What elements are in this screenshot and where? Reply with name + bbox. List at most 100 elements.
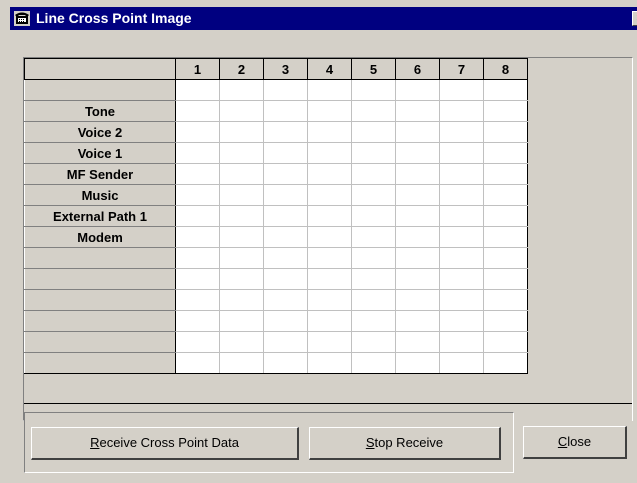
cross-point-cell[interactable]: [263, 247, 308, 269]
cross-point-cell[interactable]: [483, 163, 528, 185]
cross-point-cell[interactable]: [439, 247, 484, 269]
cross-point-cell[interactable]: [351, 121, 396, 143]
column-header[interactable]: 6: [395, 58, 440, 80]
cross-point-cell[interactable]: [219, 79, 264, 101]
cross-point-cell[interactable]: [219, 226, 264, 248]
row-header[interactable]: [24, 331, 176, 353]
cross-point-cell[interactable]: [483, 331, 528, 353]
cross-point-cell[interactable]: [219, 352, 264, 374]
cross-point-cell[interactable]: [395, 163, 440, 185]
cross-point-cell[interactable]: [175, 310, 220, 332]
cross-point-cell[interactable]: [483, 268, 528, 290]
cross-point-cell[interactable]: [219, 163, 264, 185]
cross-point-cell[interactable]: [395, 142, 440, 164]
stop-receive-button[interactable]: Stop Receive: [309, 427, 501, 460]
cross-point-cell[interactable]: [351, 247, 396, 269]
cross-point-cell[interactable]: [483, 142, 528, 164]
cross-point-cell[interactable]: [307, 205, 352, 227]
title-bar[interactable]: Line Cross Point Image ×: [10, 7, 637, 30]
cross-point-cell[interactable]: [219, 100, 264, 122]
column-header[interactable]: 3: [263, 58, 308, 80]
cross-point-cell[interactable]: [483, 79, 528, 101]
cross-point-cell[interactable]: [307, 184, 352, 206]
cross-point-cell[interactable]: [351, 100, 396, 122]
cross-point-cell[interactable]: [351, 79, 396, 101]
cross-point-cell[interactable]: [307, 100, 352, 122]
cross-point-cell[interactable]: [219, 289, 264, 311]
close-button[interactable]: Close: [523, 426, 627, 459]
cross-point-cell[interactable]: [263, 268, 308, 290]
cross-point-cell[interactable]: [395, 226, 440, 248]
cross-point-cell[interactable]: [263, 100, 308, 122]
cross-point-cell[interactable]: [307, 226, 352, 248]
cross-point-cell[interactable]: [395, 79, 440, 101]
cross-point-cell[interactable]: [351, 205, 396, 227]
cross-point-cell[interactable]: [263, 226, 308, 248]
cross-point-cell[interactable]: [395, 331, 440, 353]
column-header[interactable]: 4: [307, 58, 352, 80]
cross-point-cell[interactable]: [175, 163, 220, 185]
cross-point-cell[interactable]: [439, 121, 484, 143]
cross-point-cell[interactable]: [175, 100, 220, 122]
cross-point-cell[interactable]: [175, 142, 220, 164]
cross-point-cell[interactable]: [483, 247, 528, 269]
row-header[interactable]: [24, 247, 176, 269]
cross-point-cell[interactable]: [439, 268, 484, 290]
cross-point-cell[interactable]: [439, 142, 484, 164]
cross-point-cell[interactable]: [175, 121, 220, 143]
cross-point-cell[interactable]: [439, 163, 484, 185]
row-header[interactable]: [24, 310, 176, 332]
cross-point-cell[interactable]: [175, 79, 220, 101]
cross-point-cell[interactable]: [483, 121, 528, 143]
cross-point-cell[interactable]: [483, 205, 528, 227]
row-header[interactable]: [24, 79, 176, 101]
column-header[interactable]: 5: [351, 58, 396, 80]
cross-point-cell[interactable]: [351, 268, 396, 290]
cross-point-cell[interactable]: [307, 352, 352, 374]
cross-point-cell[interactable]: [439, 331, 484, 353]
cross-point-cell[interactable]: [263, 142, 308, 164]
cross-point-cell[interactable]: [351, 184, 396, 206]
cross-point-cell[interactable]: [439, 205, 484, 227]
cross-point-cell[interactable]: [351, 142, 396, 164]
cross-point-cell[interactable]: [175, 247, 220, 269]
cross-point-cell[interactable]: [439, 352, 484, 374]
row-header[interactable]: Modem: [24, 226, 176, 248]
cross-point-cell[interactable]: [439, 184, 484, 206]
cross-point-cell[interactable]: [307, 79, 352, 101]
cross-point-cell[interactable]: [395, 184, 440, 206]
row-header[interactable]: Music: [24, 184, 176, 206]
cross-point-cell[interactable]: [483, 352, 528, 374]
row-header[interactable]: MF Sender: [24, 163, 176, 185]
cross-point-cell[interactable]: [175, 268, 220, 290]
cross-point-cell[interactable]: [219, 142, 264, 164]
column-header[interactable]: 7: [439, 58, 484, 80]
cross-point-cell[interactable]: [219, 310, 264, 332]
cross-point-cell[interactable]: [395, 352, 440, 374]
cross-point-cell[interactable]: [395, 289, 440, 311]
cross-point-cell[interactable]: [263, 163, 308, 185]
cross-point-cell[interactable]: [307, 247, 352, 269]
cross-point-cell[interactable]: [175, 352, 220, 374]
cross-point-cell[interactable]: [263, 310, 308, 332]
cross-point-cell[interactable]: [219, 331, 264, 353]
cross-point-cell[interactable]: [351, 310, 396, 332]
column-header[interactable]: 8: [483, 58, 528, 80]
cross-point-cell[interactable]: [483, 226, 528, 248]
cross-point-cell[interactable]: [351, 352, 396, 374]
cross-point-cell[interactable]: [439, 226, 484, 248]
cross-point-cell[interactable]: [395, 121, 440, 143]
cross-point-cell[interactable]: [351, 289, 396, 311]
cross-point-cell[interactable]: [307, 163, 352, 185]
cross-point-cell[interactable]: [395, 100, 440, 122]
cross-point-cell[interactable]: [395, 247, 440, 269]
cross-point-cell[interactable]: [263, 184, 308, 206]
row-header[interactable]: External Path 1: [24, 205, 176, 227]
cross-point-cell[interactable]: [307, 142, 352, 164]
row-header[interactable]: Voice 1: [24, 142, 176, 164]
cross-point-cell[interactable]: [263, 352, 308, 374]
cross-point-cell[interactable]: [175, 331, 220, 353]
column-header[interactable]: 1: [175, 58, 220, 80]
cross-point-cell[interactable]: [175, 226, 220, 248]
cross-point-cell[interactable]: [219, 205, 264, 227]
